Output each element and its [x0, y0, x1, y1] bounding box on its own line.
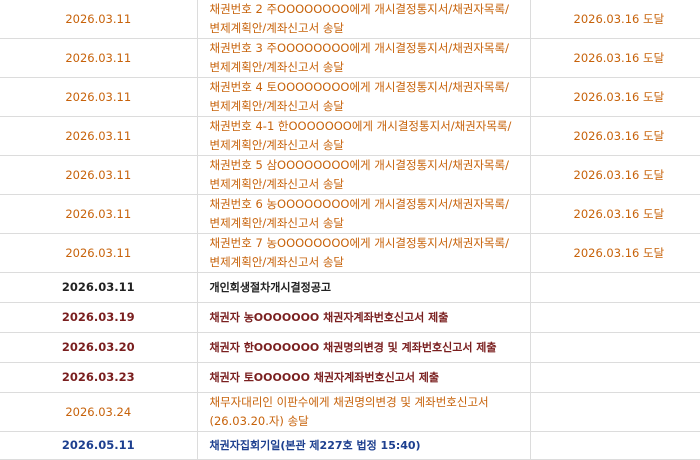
row-content: 채권번호 3 주OOOOOOOO에게 개시결정통지서/채권자목록/변제계획안/계…: [197, 38, 531, 78]
table-row: 2026.05.11 채권자집회기일(본관 제227호 법정 15:40): [0, 431, 700, 460]
table-row: 2026.03.11 채권번호 6 농OOOOOOOO에게 개시결정통지서/채권자…: [0, 194, 700, 234]
table-row: 2026.03.19 채권자 농OOOOOOO 채권자계좌번호신고서 제출: [0, 302, 700, 333]
row-result: [530, 332, 700, 363]
row-result: 2026.03.16 도달: [530, 233, 700, 273]
row-content: 채권번호 6 농OOOOOOOO에게 개시결정통지서/채권자목록/변제계획안/계…: [197, 194, 531, 234]
row-result: [530, 431, 700, 460]
row-result: 2026.03.16 도달: [530, 155, 700, 195]
row-content: 개인회생절차개시결정공고: [197, 272, 531, 303]
row-result: 2026.03.16 도달: [530, 194, 700, 234]
table-row: 2026.03.11 채권번호 4 토OOOOOOOO에게 개시결정통지서/채권자…: [0, 77, 700, 117]
table-row: 2026.03.11 채권번호 3 주OOOOOOOO에게 개시결정통지서/채권자…: [0, 38, 700, 78]
table-row: 2026.03.23 채권자 토OOOOOO 채권자계좌번호신고서 제출: [0, 362, 700, 393]
row-date: 2026.05.11: [0, 431, 198, 460]
row-result: [530, 272, 700, 303]
case-progress-table: 2026.03.11 채권번호 2 주OOOOOOOO에게 개시결정통지서/채권자…: [0, 0, 700, 460]
row-date: 2026.03.11: [0, 194, 198, 234]
row-date: 2026.03.11: [0, 272, 198, 303]
row-date: 2026.03.11: [0, 155, 198, 195]
row-date: 2026.03.24: [0, 392, 198, 432]
table-row: 2026.03.11 개인회생절차개시결정공고: [0, 272, 700, 303]
row-content: 채권번호 4-1 한OOOOOOO에게 개시결정통지서/채권자목록/변제계획안/…: [197, 116, 531, 156]
row-result: 2026.03.16 도달: [530, 116, 700, 156]
row-result: [530, 302, 700, 333]
row-date: 2026.03.20: [0, 332, 198, 363]
table-row: 2026.03.11 채권번호 7 농OOOOOOOO에게 개시결정통지서/채권자…: [0, 233, 700, 273]
row-result: 2026.03.16 도달: [530, 38, 700, 78]
case-progress-rows: 2026.03.11 채권번호 2 주OOOOOOOO에게 개시결정통지서/채권자…: [0, 0, 700, 460]
row-content: 채권자 한OOOOOOO 채권명의변경 및 계좌번호신고서 제출: [197, 332, 531, 363]
row-content: 채권자 토OOOOOO 채권자계좌번호신고서 제출: [197, 362, 531, 393]
row-content: 채권번호 7 농OOOOOOOO에게 개시결정통지서/채권자목록/변제계획안/계…: [197, 233, 531, 273]
table-row: 2026.03.20 채권자 한OOOOOOO 채권명의변경 및 계좌번호신고서 …: [0, 332, 700, 363]
row-result: [530, 362, 700, 393]
table-row: 2026.03.11 채권번호 2 주OOOOOOOO에게 개시결정통지서/채권자…: [0, 0, 700, 39]
row-content: 채권번호 2 주OOOOOOOO에게 개시결정통지서/채권자목록/변제계획안/계…: [197, 0, 531, 39]
row-date: 2026.03.11: [0, 116, 198, 156]
row-date: 2026.03.11: [0, 38, 198, 78]
row-date: 2026.03.19: [0, 302, 198, 333]
row-result: 2026.03.16 도달: [530, 0, 700, 39]
row-content: 채권자집회기일(본관 제227호 법정 15:40): [197, 431, 531, 460]
row-date: 2026.03.23: [0, 362, 198, 393]
row-content: 채권번호 4 토OOOOOOOO에게 개시결정통지서/채권자목록/변제계획안/계…: [197, 77, 531, 117]
row-result: 2026.03.16 도달: [530, 77, 700, 117]
row-content: 채무자대리인 이판수에게 채권명의변경 및 계좌번호신고서(26.03.20.자…: [197, 392, 531, 432]
table-row: 2026.03.11 채권번호 5 삼OOOOOOOO에게 개시결정통지서/채권자…: [0, 155, 700, 195]
row-date: 2026.03.11: [0, 0, 198, 39]
row-content: 채권번호 5 삼OOOOOOOO에게 개시결정통지서/채권자목록/변제계획안/계…: [197, 155, 531, 195]
row-date: 2026.03.11: [0, 233, 198, 273]
row-content: 채권자 농OOOOOOO 채권자계좌번호신고서 제출: [197, 302, 531, 333]
row-result: [530, 392, 700, 432]
row-date: 2026.03.11: [0, 77, 198, 117]
table-row: 2026.03.11 채권번호 4-1 한OOOOOOO에게 개시결정통지서/채권…: [0, 116, 700, 156]
table-row: 2026.03.24 채무자대리인 이판수에게 채권명의변경 및 계좌번호신고서(…: [0, 392, 700, 432]
